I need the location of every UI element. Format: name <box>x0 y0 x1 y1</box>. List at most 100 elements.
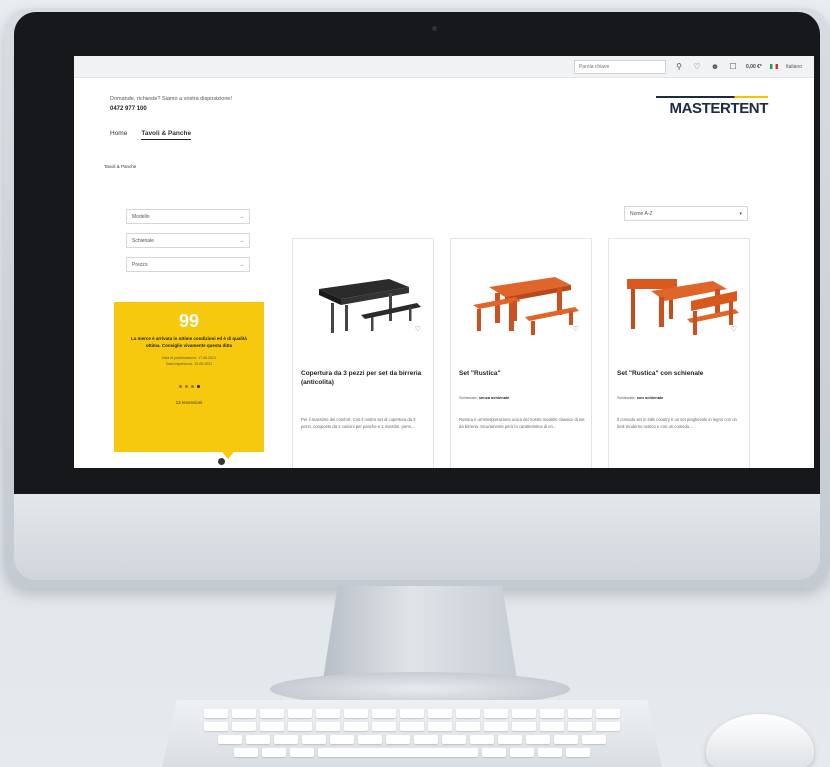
key <box>510 748 534 757</box>
cart-icon[interactable]: ☐ <box>728 62 738 71</box>
key <box>274 735 298 744</box>
search-input[interactable] <box>574 59 667 74</box>
key <box>554 735 578 744</box>
key <box>344 722 368 731</box>
key <box>262 748 286 757</box>
logo-underline <box>656 96 768 98</box>
phone-number[interactable]: 0472 977 100 <box>110 106 147 112</box>
monitor-chin <box>14 494 820 580</box>
product-image-rustica-backrest <box>627 279 739 335</box>
key <box>260 709 284 718</box>
key <box>260 722 284 731</box>
language-select[interactable]: Italiano <box>786 64 802 70</box>
nav-item-tables[interactable]: Tavoli & Panche <box>141 130 192 140</box>
scroll-indicator[interactable] <box>218 458 225 465</box>
carousel-dot-active[interactable] <box>196 385 200 388</box>
breadcrumb[interactable]: Tavoli & Panche <box>104 164 136 169</box>
key <box>596 722 620 731</box>
cart-total[interactable]: 0,00 €* <box>746 64 762 70</box>
key <box>498 735 522 744</box>
key <box>232 722 256 731</box>
wishlist-heart-icon[interactable]: ♡ <box>415 325 421 333</box>
product-image-cover-set <box>319 279 421 333</box>
product-meta: Schienale: con schienale <box>617 395 743 400</box>
key <box>428 722 452 731</box>
key-space <box>318 748 478 757</box>
product-description: Rustica è un'interpretazione unica del n… <box>459 417 585 429</box>
key <box>234 748 258 757</box>
product-card[interactable]: ♡ Set "Rustica" Schienale: senza schiena… <box>450 238 592 468</box>
chevron-down-icon: ⌄ <box>239 213 244 220</box>
product-description: Per il massimo del comfort: Con il nostr… <box>301 417 416 429</box>
key <box>470 735 494 744</box>
key <box>566 748 590 757</box>
filter-backrest[interactable]: Schienale ⌄ <box>126 233 250 248</box>
key <box>442 735 466 744</box>
quote-icon: 99 <box>178 311 200 331</box>
chevron-down-icon: ⌄ <box>239 237 244 244</box>
wishlist-heart-icon[interactable]: ♡ <box>573 325 579 333</box>
key <box>568 722 592 731</box>
key <box>218 735 242 744</box>
key <box>330 735 354 744</box>
wishlist-heart-icon[interactable]: ♡ <box>731 325 737 333</box>
key <box>288 722 312 731</box>
carousel-dot[interactable] <box>190 385 194 388</box>
key <box>372 709 396 718</box>
review-text: La merce è arrivata in ottime condizioni… <box>131 336 247 348</box>
key <box>582 735 606 744</box>
review-count[interactable]: 13 recensioni <box>124 400 254 405</box>
main-nav: Home Tavoli & Panche <box>110 130 192 140</box>
product-image-rustica <box>473 277 579 335</box>
key <box>302 735 326 744</box>
contact-text: Domande, richieste? Siamo a vostra dispo… <box>110 96 232 102</box>
key <box>246 735 270 744</box>
key <box>386 735 410 744</box>
site-logo[interactable]: MASTERTENT <box>670 100 769 117</box>
key <box>400 722 424 731</box>
key <box>204 709 228 718</box>
key <box>428 709 452 718</box>
product-title[interactable]: Copertura da 3 pezzi per set da birreria… <box>301 369 427 387</box>
camera-icon <box>432 26 437 31</box>
key-row <box>184 748 640 757</box>
browser-screen: ⚲ ♡ ☻ ☐ 0,00 €* Italiano Domande, richie… <box>74 56 814 468</box>
key <box>288 709 312 718</box>
key <box>316 722 340 731</box>
meta-value: con schienale <box>636 395 664 400</box>
product-title[interactable]: Set "Rustica" <box>459 369 585 378</box>
filter-price[interactable]: Prezzo ⌄ <box>126 257 250 272</box>
key <box>400 709 424 718</box>
key <box>290 748 314 757</box>
monitor-stand <box>322 586 518 686</box>
review-widget[interactable]: 99 La merce è arrivata in ottime condizi… <box>114 302 264 452</box>
key-row <box>184 722 640 731</box>
meta-label: Schienale: <box>617 395 636 400</box>
filter-model[interactable]: Modello ⌄ <box>126 209 250 224</box>
product-title[interactable]: Set "Rustica" con schienale <box>617 369 743 378</box>
product-card[interactable]: ♡ Copertura da 3 pezzi per set da birrer… <box>292 238 434 468</box>
heart-icon[interactable]: ♡ <box>692 62 702 71</box>
imac-monitor: ⚲ ♡ ☻ ☐ 0,00 €* Italiano Domande, richie… <box>4 8 830 588</box>
shop-topbar: ⚲ ♡ ☻ ☐ 0,00 €* Italiano <box>74 56 814 78</box>
carousel-dot[interactable] <box>184 385 188 388</box>
search-icon[interactable]: ⚲ <box>674 62 684 71</box>
key <box>596 709 620 718</box>
filter-label: Schienale <box>132 237 154 244</box>
key <box>484 709 508 718</box>
key <box>540 709 564 718</box>
sort-label: Nome A-Z <box>630 210 653 217</box>
sort-select[interactable]: Nome A-Z ▾ <box>624 206 748 221</box>
mouse <box>706 714 814 767</box>
key <box>372 722 396 731</box>
key <box>204 722 228 731</box>
meta-label: Schienale: <box>459 395 478 400</box>
carousel-dot[interactable] <box>178 385 182 388</box>
product-card[interactable]: ♡ Set "Rustica" con schienale Schienale:… <box>608 238 750 468</box>
chevron-down-icon: ▾ <box>739 210 742 217</box>
key <box>316 709 340 718</box>
key <box>512 709 536 718</box>
nav-item-home[interactable]: Home <box>110 130 127 140</box>
key <box>568 709 592 718</box>
user-icon[interactable]: ☻ <box>710 62 720 71</box>
